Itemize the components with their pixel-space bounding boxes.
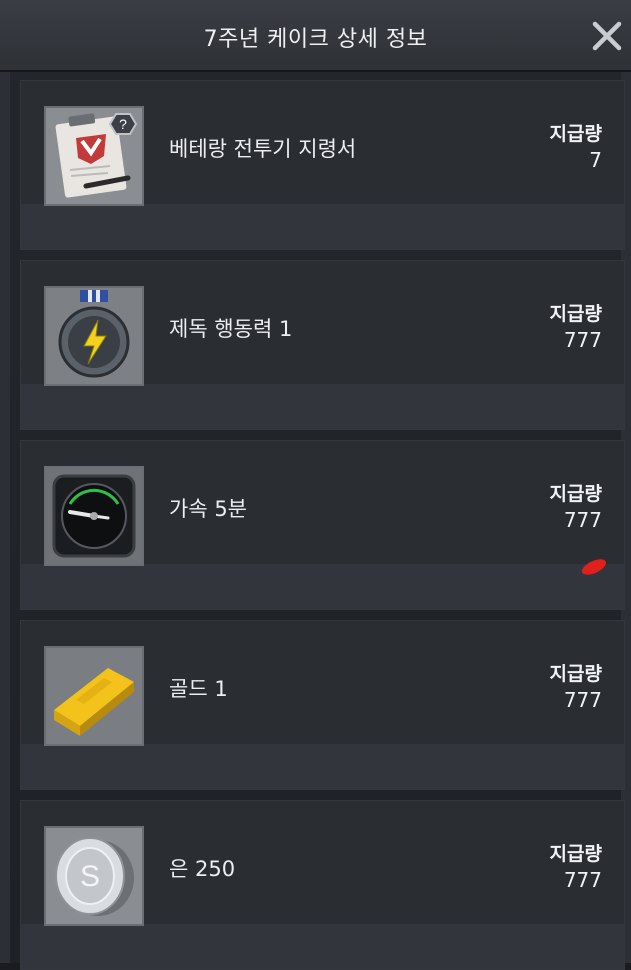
reward-item: ? 베테랑 전투기 지령서 지급량 7 — [20, 80, 625, 250]
item-name: 제독 행동력 1 — [169, 317, 293, 341]
close-icon — [592, 21, 622, 51]
amount-label: 지급량 — [549, 663, 602, 685]
dialog-header: 7주년 케이크 상세 정보 — [0, 0, 631, 72]
svg-text:?: ? — [119, 116, 127, 132]
fighter-order-icon[interactable]: ? — [44, 106, 144, 206]
stamina-medal-icon[interactable] — [44, 286, 144, 386]
reward-item: S 은 250 지급량 777 — [20, 800, 625, 970]
gold-bar-icon[interactable] — [44, 646, 144, 746]
amount-label: 지급량 — [549, 843, 602, 865]
close-button[interactable] — [590, 19, 624, 53]
amount-value: 777 — [563, 688, 602, 712]
amount-value: 777 — [563, 328, 602, 352]
dialog-title: 7주년 케이크 상세 정보 — [203, 27, 428, 52]
item-name: 가속 5분 — [169, 497, 247, 521]
speedup-gauge-icon[interactable] — [44, 466, 144, 566]
amount-label: 지급량 — [549, 483, 602, 505]
item-name: 골드 1 — [169, 677, 228, 701]
amount-label: 지급량 — [549, 123, 602, 145]
reward-item: 가속 5분 지급량 777 — [20, 440, 625, 610]
amount-value: 7 — [589, 148, 602, 172]
silver-coin-icon[interactable]: S — [44, 826, 144, 926]
amount-value: 777 — [563, 868, 602, 892]
reward-item: 제독 행동력 1 지급량 777 — [20, 260, 625, 430]
amount-label: 지급량 — [549, 303, 602, 325]
item-name: 은 250 — [169, 857, 236, 881]
svg-text:S: S — [80, 860, 100, 893]
reward-item: 골드 1 지급량 777 — [20, 620, 625, 790]
item-name: 베테랑 전투기 지령서 — [169, 137, 357, 161]
amount-value: 777 — [563, 508, 602, 532]
